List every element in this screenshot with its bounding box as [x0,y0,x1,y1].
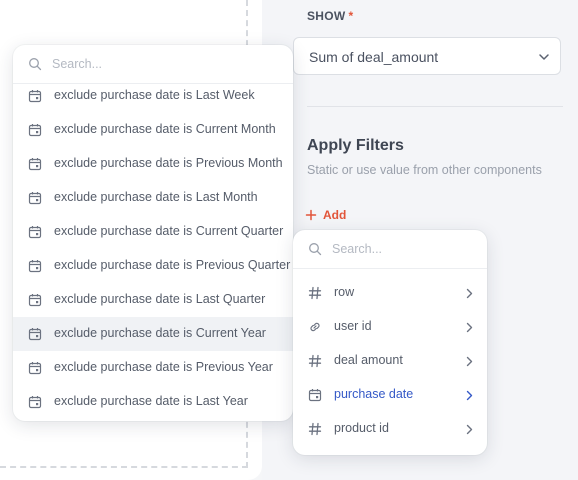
chevron-right-icon [466,288,473,299]
hash-icon [308,286,322,300]
field-picker-search [293,230,487,269]
field-item-label: row [334,285,355,299]
date-option[interactable]: exclude purchase date is Last Year [13,385,293,419]
canvas-drop-border-bottom [0,466,248,468]
calendar-icon [28,260,42,273]
field-item-row[interactable]: row [293,276,487,310]
calendar-icon [28,158,42,171]
chevron-right-icon [466,322,473,333]
date-option[interactable]: exclude purchase date is Last Quarter [13,283,293,317]
date-option[interactable]: exclude purchase date is Last Month [13,181,293,215]
field-picker-search-input[interactable] [332,240,462,258]
show-label: SHOW * [307,9,354,23]
show-select[interactable]: Sum of deal_amount [293,37,561,75]
section-divider [307,106,563,107]
filters-subtitle: Static or use value from other component… [307,163,542,177]
date-option[interactable]: exclude purchase date is Previous Year [13,351,293,385]
calendar-icon [28,124,42,137]
date-option-label: exclude purchase date is Last Quarter [54,292,266,306]
chevron-right-icon [466,356,473,367]
date-option[interactable]: exclude purchase date is Current Quarter [13,215,293,249]
chevron-down-icon [539,54,549,60]
calendar-icon [28,192,42,205]
date-option[interactable]: exclude purchase date is Previous Quarte… [13,249,293,283]
date-option-label: exclude purchase date is Last Year [54,394,248,408]
calendar-icon [308,389,322,402]
date-option-label: exclude purchase date is Previous Month [54,156,283,170]
plus-icon [305,209,317,221]
date-option-highlighted[interactable]: exclude purchase date is Current Year [13,317,293,351]
date-option-label: exclude purchase date is Last Week [54,88,255,102]
hash-icon [308,422,322,436]
field-item-label: product id [334,421,389,435]
date-option[interactable]: exclude purchase date is Previous Month [13,147,293,181]
calendar-icon [28,396,42,409]
date-option-label: exclude purchase date is Current Year [54,326,266,340]
date-option-label: exclude purchase date is Current Month [54,122,276,136]
field-item-label: deal amount [334,353,403,367]
search-icon [29,58,42,71]
calendar-icon [28,362,42,375]
field-item-label: user id [334,319,372,333]
date-options-dropdown: exclude purchase date is Last Week exclu… [13,45,293,421]
date-option[interactable]: exclude purchase date is Last Week [13,79,293,113]
calendar-icon [28,90,42,103]
show-select-value: Sum of deal_amount [309,49,439,65]
date-options-search-input[interactable] [52,55,252,73]
show-label-text: SHOW [307,9,346,23]
search-icon [309,243,322,256]
field-picker-dropdown: row user id deal amount purchase date pr… [293,230,487,455]
field-item-purchase-date[interactable]: purchase date [293,378,487,412]
field-item-user-id[interactable]: user id [293,310,487,344]
date-option-label: exclude purchase date is Previous Year [54,360,273,374]
filters-title: Apply Filters [307,137,404,154]
calendar-icon [28,294,42,307]
chevron-right-icon [466,390,473,401]
add-filter-label: Add [323,208,347,222]
field-item-deal-amount[interactable]: deal amount [293,344,487,378]
hash-icon [308,354,322,368]
calendar-icon [28,226,42,239]
link-icon [310,322,320,332]
chevron-right-icon [466,424,473,435]
date-option[interactable]: exclude purchase date is Current Month [13,113,293,147]
field-item-product-id[interactable]: product id [293,412,487,446]
date-option-label: exclude purchase date is Last Month [54,190,258,204]
date-option-label: exclude purchase date is Current Quarter [54,224,284,238]
date-option-label: exclude purchase date is Previous Quarte… [54,258,291,272]
add-filter-button[interactable]: Add [305,206,346,224]
required-mark: * [348,9,354,23]
calendar-icon [28,328,42,341]
field-item-label: purchase date [334,387,414,401]
